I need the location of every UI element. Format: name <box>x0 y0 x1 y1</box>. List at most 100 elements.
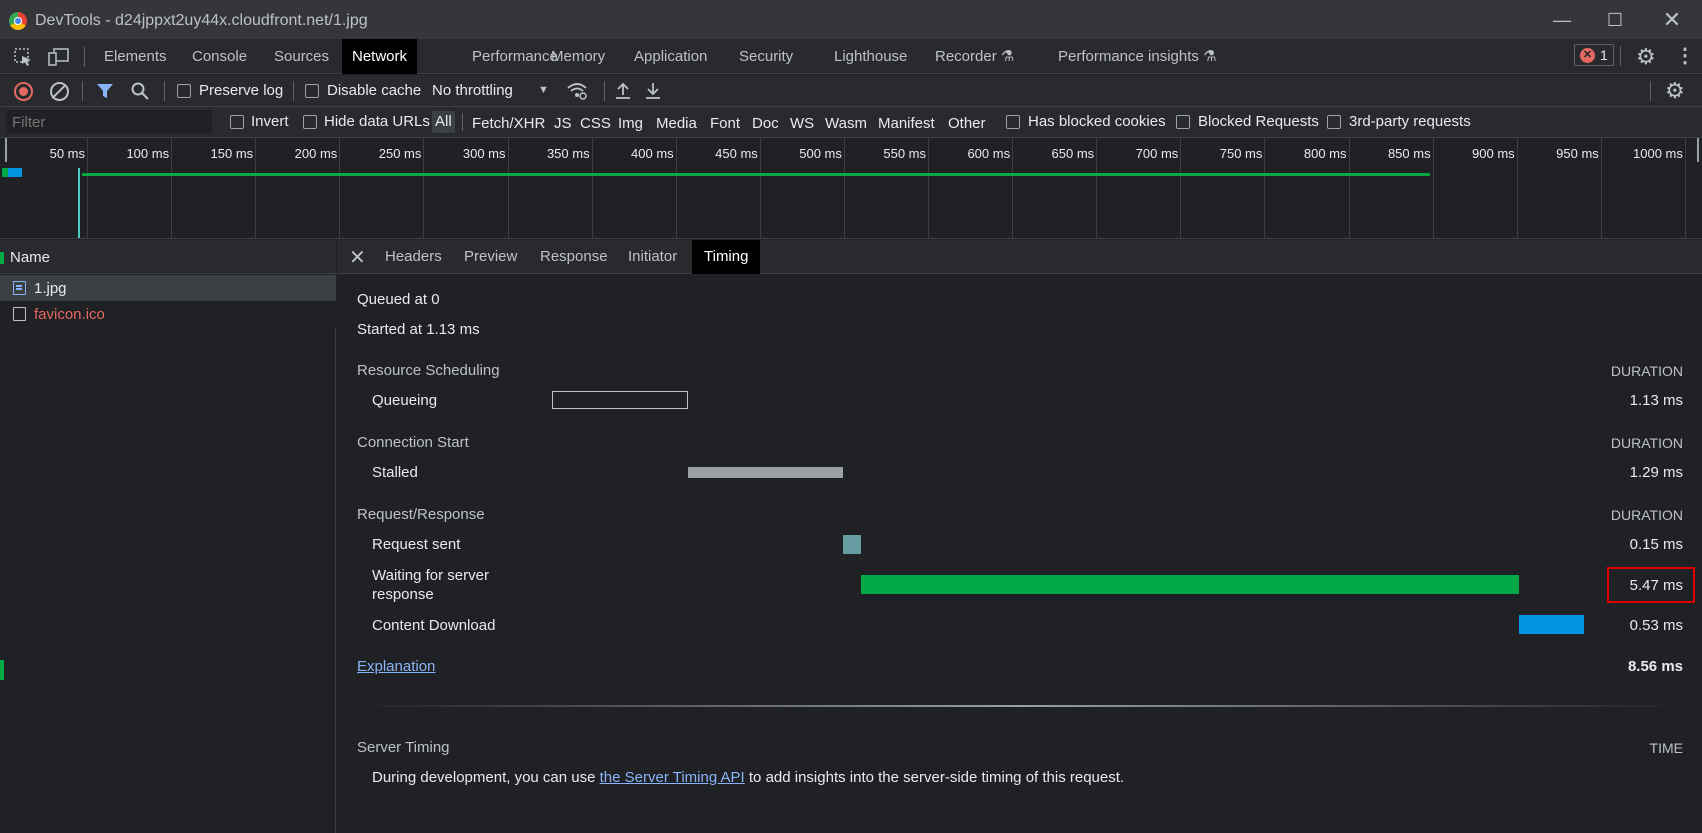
error-count-badge[interactable]: ✕ 1 <box>1574 44 1614 66</box>
section-request-response: Request/Response <box>357 506 485 523</box>
maximize-icon[interactable]: ☐ <box>1595 6 1635 34</box>
filter-type-css[interactable]: CSS <box>577 113 614 135</box>
overview-tick-label: 500 ms <box>799 146 842 161</box>
preserve-log-checkbox[interactable] <box>177 84 191 98</box>
tab-recorder-label: Recorder <box>935 48 997 65</box>
tab-network[interactable]: Network <box>342 39 418 74</box>
tab-elements[interactable]: Elements <box>94 39 177 74</box>
close-detail-icon[interactable]: ✕ <box>349 245 366 270</box>
inspect-element-icon[interactable] <box>13 47 35 67</box>
dom-content-loaded-marker <box>78 168 80 238</box>
has-blocked-cookies-checkbox[interactable] <box>1006 115 1020 129</box>
import-har-upload-icon[interactable] <box>614 81 632 105</box>
close-window-icon[interactable]: ✕ <box>1652 6 1692 34</box>
blocked-requests-checkbox[interactable] <box>1176 115 1190 129</box>
filter-type-js[interactable]: JS <box>551 113 575 135</box>
filter-type-wasm[interactable]: Wasm <box>822 113 870 135</box>
tab-recorder[interactable]: Recorder ⚗ <box>925 39 1024 74</box>
device-toolbar-icon[interactable] <box>48 47 70 67</box>
server-timing-text-before: During development, you can use <box>372 769 600 786</box>
network-conditions-wifi-icon[interactable] <box>566 81 588 105</box>
overview-tick-label: 450 ms <box>715 146 758 161</box>
third-party-requests-label: 3rd-party requests <box>1349 113 1471 130</box>
divider <box>604 81 605 101</box>
queueing-bar <box>552 391 688 409</box>
filter-type-manifest[interactable]: Manifest <box>875 113 938 135</box>
overview-grid-line <box>1096 138 1098 238</box>
filter-type-ws[interactable]: WS <box>787 113 817 135</box>
overview-window-right-handle[interactable] <box>1697 138 1699 162</box>
disable-cache-checkbox[interactable] <box>305 84 319 98</box>
experiment-flask-icon: ⚗ <box>1203 48 1217 65</box>
filter-type-other[interactable]: Other <box>945 113 989 135</box>
tab-security[interactable]: Security <box>729 39 803 74</box>
hide-data-urls-checkbox[interactable] <box>303 115 317 129</box>
filter-type-media[interactable]: Media <box>653 113 700 135</box>
overview-tick-label: 1000 ms <box>1633 146 1683 161</box>
filter-type-all[interactable]: All <box>432 111 455 133</box>
name-column-header[interactable]: Name <box>0 240 336 274</box>
request-row-favicon[interactable]: favicon.ico <box>0 301 336 327</box>
filter-type-doc[interactable]: Doc <box>749 113 782 135</box>
network-overview-timeline[interactable]: 50 ms 100 ms 150 ms 200 ms 250 ms 300 ms 350 m… <box>0 138 1702 239</box>
overview-grid-line <box>843 138 845 238</box>
overview-grid-line <box>1180 138 1182 238</box>
third-party-requests-checkbox[interactable] <box>1327 115 1341 129</box>
main-tab-bar: Elements Console Sources Network Perform… <box>0 39 1702 74</box>
tab-memory[interactable]: Memory <box>541 39 615 74</box>
search-icon[interactable] <box>130 81 150 105</box>
tab-timing[interactable]: Timing <box>692 240 761 274</box>
more-options-icon[interactable]: ⋮ <box>1675 43 1695 68</box>
queueing-duration: 1.13 ms <box>1629 392 1683 409</box>
filter-input[interactable] <box>6 110 212 134</box>
tab-sources[interactable]: Sources <box>264 39 339 74</box>
chevron-down-icon[interactable]: ▼ <box>538 84 549 96</box>
clear-icon[interactable] <box>50 82 69 101</box>
tab-lighthouse[interactable]: Lighthouse <box>824 39 917 74</box>
duration-header: DURATION <box>1610 435 1683 451</box>
request-row-1jpg[interactable]: 1.jpg <box>0 275 336 301</box>
tab-console[interactable]: Console <box>182 39 257 74</box>
name-column-label: Name <box>10 249 51 266</box>
invert-checkbox[interactable] <box>230 115 244 129</box>
tab-headers[interactable]: Headers <box>373 240 454 274</box>
export-har-download-icon[interactable] <box>644 81 662 105</box>
tab-application[interactable]: Application <box>624 39 717 74</box>
tab-response[interactable]: Response <box>528 240 620 274</box>
overview-grid-line <box>1516 138 1518 238</box>
overview-grid-line <box>423 138 425 238</box>
overview-grid-line <box>507 138 509 238</box>
explanation-link[interactable]: Explanation <box>357 658 435 675</box>
waiting-label: Waiting for server response <box>372 566 489 604</box>
overview-grid-line <box>1012 138 1014 238</box>
request-sent-label: Request sent <box>372 536 461 553</box>
stalled-label: Stalled <box>372 464 418 481</box>
queueing-label: Queueing <box>372 392 438 409</box>
section-resource-scheduling: Resource Scheduling <box>357 362 500 379</box>
request-name: favicon.ico <box>34 306 105 323</box>
preserve-log-label: Preserve log <box>199 82 284 99</box>
request-detail-tabs: ✕ Headers Preview Response Initiator Tim… <box>337 240 1702 274</box>
filter-type-font[interactable]: Font <box>707 113 743 135</box>
tab-initiator[interactable]: Initiator <box>616 240 689 274</box>
settings-gear-icon[interactable]: ⚙ <box>1636 44 1656 70</box>
network-settings-gear-icon[interactable]: ⚙ <box>1665 78 1685 104</box>
server-timing-api-link[interactable]: the Server Timing API <box>600 769 745 786</box>
overview-window-left-handle[interactable] <box>5 138 7 162</box>
total-duration: 8.56 ms <box>1627 658 1683 675</box>
overview-tick-label: 700 ms <box>1135 146 1179 161</box>
filter-funnel-icon[interactable] <box>96 82 114 104</box>
filter-type-fetch-xhr[interactable]: Fetch/XHR <box>469 113 548 135</box>
server-timing-title: Server Timing <box>357 739 450 756</box>
tab-performance-insights[interactable]: Performance insights ⚗ <box>1048 39 1227 74</box>
duration-header: DURATION <box>1610 363 1683 379</box>
overview-grid-line <box>1432 138 1434 238</box>
stop-recording-icon[interactable] <box>14 82 33 101</box>
minimize-icon[interactable]: — <box>1542 6 1582 34</box>
overview-grid-line <box>339 138 341 238</box>
throttling-value: No throttling <box>432 82 513 99</box>
filter-type-img[interactable]: Img <box>615 113 646 135</box>
throttling-select[interactable]: No throttling <box>432 82 513 99</box>
overview-grid-line <box>255 138 257 238</box>
tab-preview[interactable]: Preview <box>452 240 529 274</box>
